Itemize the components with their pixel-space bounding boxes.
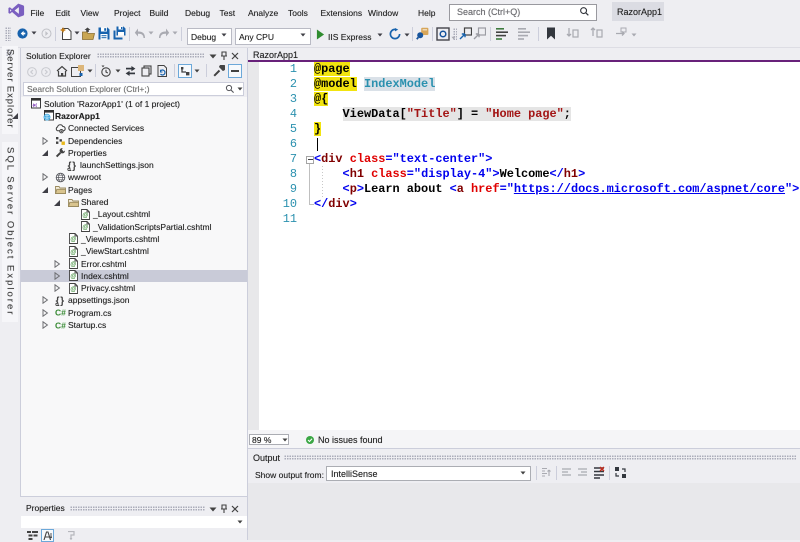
svg-text:}: } xyxy=(60,296,64,306)
svg-text:@: @ xyxy=(82,213,88,219)
svg-text:@: @ xyxy=(70,238,76,244)
svg-text:@: @ xyxy=(70,250,76,256)
svg-text:C#: C# xyxy=(55,320,66,330)
svg-text:@: @ xyxy=(82,225,88,231)
svg-text:@: @ xyxy=(70,262,76,268)
svg-text:@: @ xyxy=(70,287,76,293)
svg-text:}: } xyxy=(72,160,76,170)
svg-text:C#: C# xyxy=(55,308,66,318)
svg-text:@: @ xyxy=(70,275,76,281)
